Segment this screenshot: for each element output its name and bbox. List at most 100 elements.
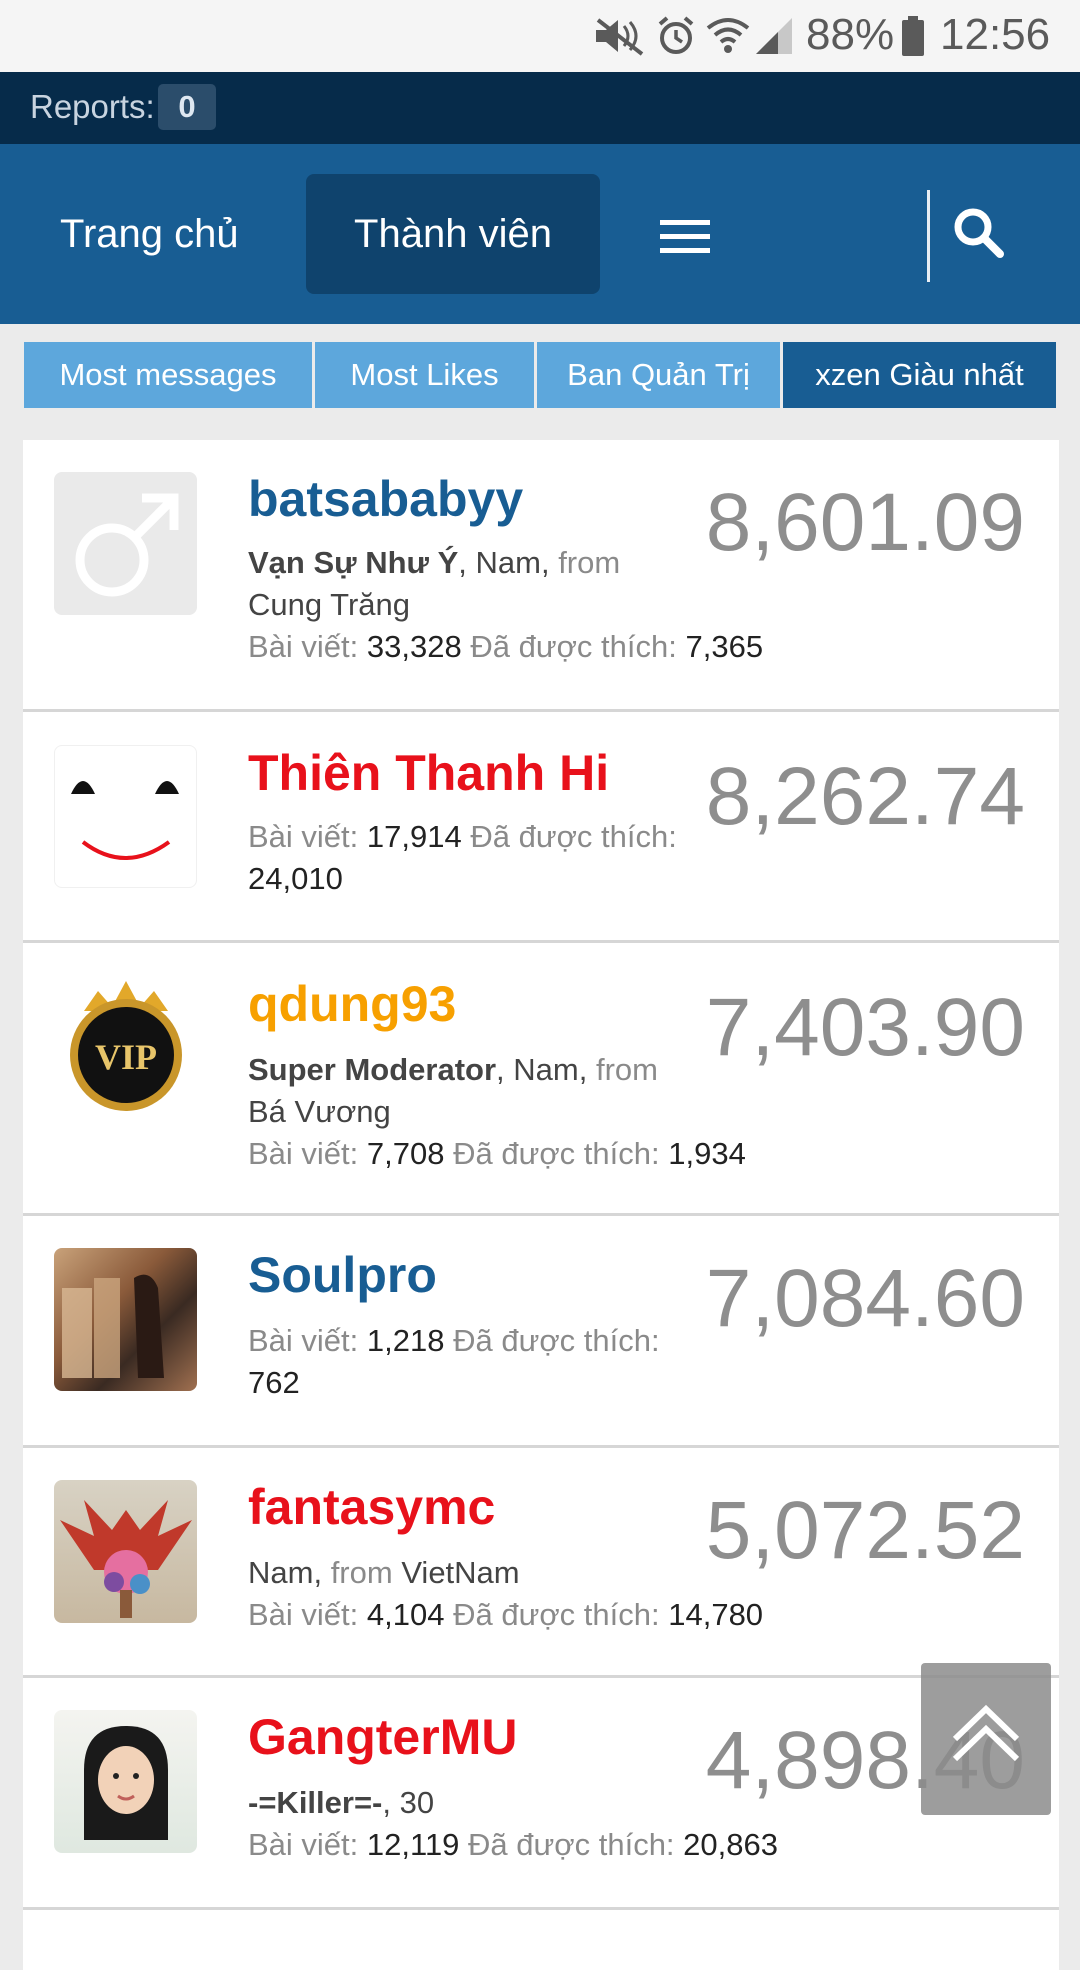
list-item: fantasymc 5,072.52 Nam, from VietNam Bài… (23, 1448, 1059, 1678)
list-item: Thiên Thanh Hi 8,262.74 Bài viết: 17,914… (23, 712, 1059, 943)
member-gender: Nam (513, 1052, 579, 1087)
member-name[interactable]: fantasymc (248, 1478, 495, 1536)
member-stats: Bài viết: 12,119 Đã được thích: 20,863 (248, 1824, 778, 1866)
member-title-line: Nam, from VietNam (248, 1555, 520, 1590)
member-age: 30 (399, 1785, 435, 1820)
from-label: from (595, 1052, 658, 1087)
signal-icon (756, 18, 792, 54)
posts-label: Bài viết: (248, 1827, 359, 1862)
filter-tabs: Most messages Most Likes Ban Quản Trị xz… (0, 342, 1080, 408)
likes-count: 762 (248, 1365, 300, 1400)
likes-label: Đã được thích: (453, 1136, 660, 1171)
avatar[interactable] (54, 745, 197, 888)
status-bar: 88% 12:56 (0, 0, 1080, 72)
avatar[interactable] (54, 1710, 197, 1853)
member-stats: Bài viết: 17,914 Đã được thích: 24,010 (248, 816, 708, 900)
mute-icon (596, 18, 644, 56)
smiley-face-icon (71, 781, 179, 860)
posts-label: Bài viết: (248, 629, 359, 664)
battery-percent: 88% (806, 10, 895, 59)
reports-label: Reports: (30, 88, 155, 125)
likes-label: Đã được thích: (468, 1827, 675, 1862)
member-gender: Nam (248, 1555, 314, 1590)
member-gender: Nam (475, 545, 541, 580)
user-photo-icon (62, 1274, 164, 1378)
battery-icon (902, 16, 924, 56)
posts-label: Bài viết: (248, 1136, 359, 1171)
list-item: GangterMU 4,898.40 -=Killer=-, 30 Bài vi… (23, 1678, 1059, 1910)
nav-tab-members[interactable]: Thành viên (306, 174, 600, 294)
posts-label: Bài viết: (248, 1323, 359, 1358)
posts-count: 1,218 (366, 1323, 445, 1358)
member-title: -=Killer=- (248, 1785, 383, 1820)
svg-text:VIP: VIP (95, 1037, 157, 1077)
dragon-artwork-icon (60, 1500, 192, 1618)
hamburger-menu-icon[interactable] (660, 220, 710, 254)
posts-count: 12,119 (366, 1827, 460, 1862)
likes-label: Đã được thích: (453, 1597, 660, 1632)
tab-ban-quan-tri[interactable]: Ban Quản Trị (537, 342, 780, 408)
reports-count-badge[interactable]: 0 (158, 84, 216, 130)
member-stats: Bài viết: 7,708 Đã được thích: 1,934 (248, 1133, 746, 1175)
member-stats: Bài viết: 1,218 Đã được thích: 762 (248, 1320, 688, 1404)
likes-label: Đã được thích: (453, 1323, 660, 1358)
avatar[interactable] (54, 1480, 197, 1623)
list-item: VIP qdung93 7,403.90 Super Moderator, Na… (23, 943, 1059, 1216)
likes-label: Đã được thích: (470, 819, 677, 854)
male-symbol-icon (75, 493, 179, 597)
member-title: Vạn Sự Như Ý (248, 545, 459, 580)
member-stats: Bài viết: 33,328 Đã được thích: 7,365 (248, 626, 763, 668)
wifi-icon (706, 18, 750, 53)
from-label: from (558, 545, 621, 580)
nav-divider (927, 190, 930, 282)
likes-count: 7,365 (685, 629, 764, 664)
posts-count: 4,104 (366, 1597, 445, 1632)
search-icon[interactable] (952, 206, 1004, 258)
chevron-up-icon (952, 1704, 1020, 1762)
member-name[interactable]: Soulpro (248, 1246, 437, 1304)
member-location: VietNam (401, 1555, 520, 1590)
likes-label: Đã được thích: (470, 629, 677, 664)
likes-count: 1,934 (668, 1136, 746, 1171)
alarm-icon (658, 16, 694, 54)
member-stats: Bài viết: 4,104 Đã được thích: 14,780 (248, 1594, 763, 1636)
avatar[interactable] (54, 472, 197, 615)
list-item: batsababyy 8,601.09 Vạn Sự Như Ý, Nam, f… (23, 440, 1059, 712)
avatar[interactable]: VIP (54, 977, 197, 1120)
posts-label: Bài viết: (248, 819, 359, 854)
posts-count: 7,708 (366, 1136, 445, 1171)
list-item (23, 1910, 1059, 1970)
posts-count: 17,914 (366, 819, 462, 854)
member-title-line: Vạn Sự Như Ý, Nam, from Cung Trăng (248, 545, 621, 622)
tab-xzen-giau-nhat[interactable]: xzen Giàu nhất (783, 342, 1056, 408)
tab-most-messages[interactable]: Most messages (24, 342, 312, 408)
member-location: Cung Trăng (248, 587, 410, 622)
main-nav: Trang chủ Thành viên (0, 144, 1080, 324)
member-name[interactable]: GangterMU (248, 1708, 517, 1766)
member-score: 8,262.74 (705, 751, 1025, 842)
member-name[interactable]: Thiên Thanh Hi (248, 744, 609, 802)
user-photo-icon (84, 1726, 168, 1840)
likes-count: 14,780 (668, 1597, 764, 1632)
nav-tab-home[interactable]: Trang chủ (60, 174, 239, 294)
member-location: Bá Vương (248, 1094, 391, 1129)
member-score: 5,072.52 (705, 1485, 1025, 1576)
from-label: from (330, 1555, 393, 1590)
vip-crown-badge-icon: VIP (70, 981, 182, 1111)
reports-bar: Reports: 0 (0, 72, 1080, 144)
likes-count: 20,863 (683, 1827, 778, 1862)
posts-label: Bài viết: (248, 1597, 359, 1632)
member-name[interactable]: qdung93 (248, 975, 456, 1033)
member-title-line: Super Moderator, Nam, from Bá Vương (248, 1052, 658, 1129)
member-title: Super Moderator (248, 1052, 497, 1087)
tab-most-likes[interactable]: Most Likes (315, 342, 534, 408)
posts-count: 33,328 (366, 629, 462, 664)
scroll-to-top-button[interactable] (921, 1663, 1051, 1815)
member-score: 7,403.90 (705, 982, 1025, 1073)
member-name[interactable]: batsababyy (248, 470, 523, 528)
member-title-line: -=Killer=-, 30 (248, 1785, 435, 1820)
member-score: 7,084.60 (705, 1253, 1025, 1344)
clock-time: 12:56 (940, 10, 1051, 59)
avatar[interactable] (54, 1248, 197, 1391)
member-score: 8,601.09 (705, 477, 1025, 568)
